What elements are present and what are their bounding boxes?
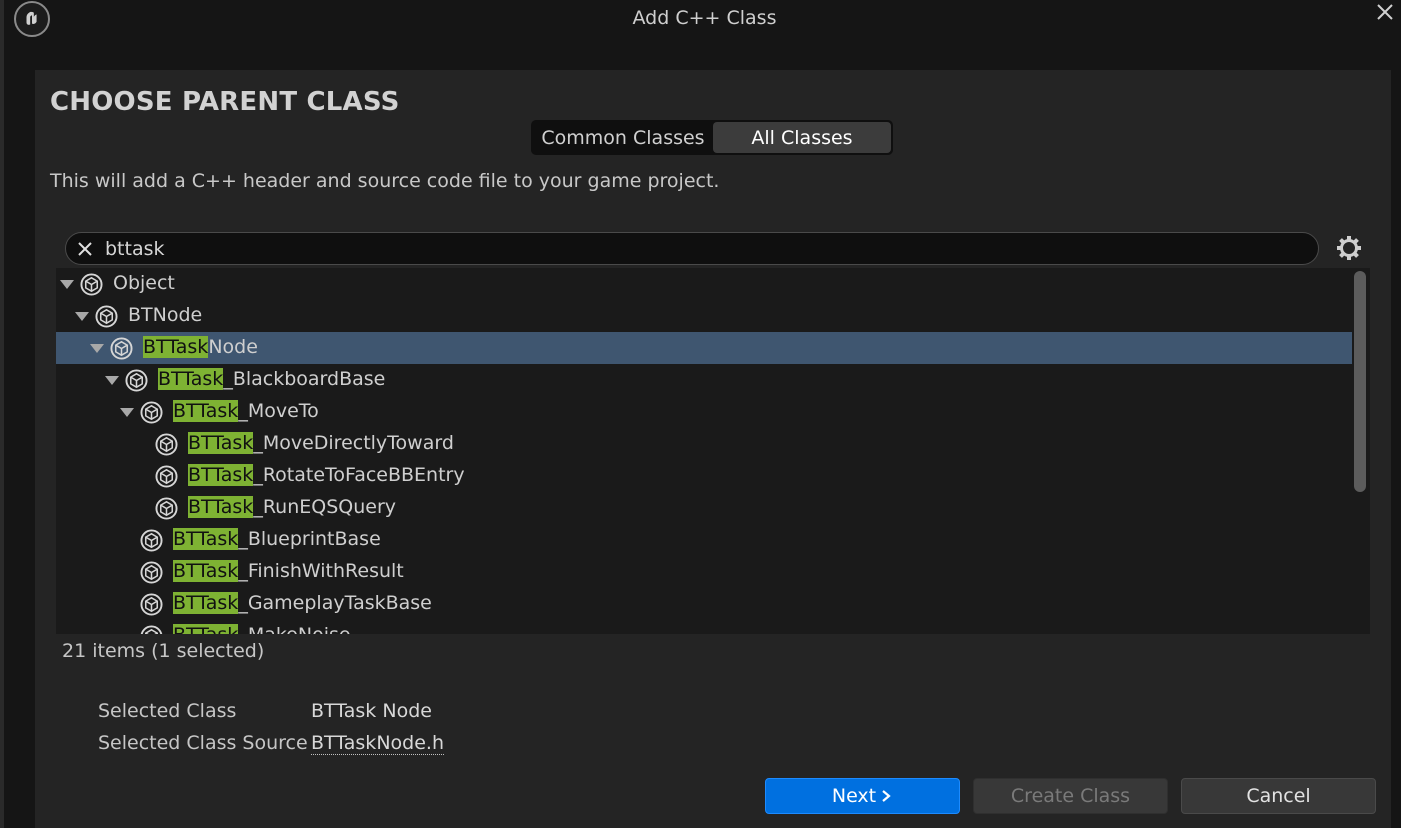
search-match-highlight: BTTask xyxy=(143,336,209,358)
tree-item[interactable]: BTNode xyxy=(56,300,1352,332)
tree-item[interactable]: BTTask_BlackboardBase xyxy=(56,364,1352,396)
selected-source-label: Selected Class Source xyxy=(98,732,308,754)
tree-item-label: Object xyxy=(113,272,175,294)
class-cube-icon xyxy=(140,529,163,552)
tree-item[interactable]: BTTask_BlueprintBase xyxy=(56,524,1352,556)
tree-item[interactable]: BTTask_MakeNoise xyxy=(56,620,1352,634)
tree-item-label: BTTask_MakeNoise xyxy=(173,624,351,634)
tree-item-name: _FinishWithResult xyxy=(238,560,404,582)
tree-item[interactable]: BTTaskNode xyxy=(56,332,1352,364)
tree-item-name: _RotateToFaceBBEntry xyxy=(253,464,465,486)
tree-item[interactable]: BTTask_MoveDirectlyToward xyxy=(56,428,1352,460)
tree-item-label: BTTask_MoveDirectlyToward xyxy=(188,432,454,454)
chevron-right-icon xyxy=(882,790,891,802)
tab-all-classes[interactable]: All Classes xyxy=(713,122,891,153)
close-icon[interactable] xyxy=(1373,0,1397,24)
expand-caret-icon[interactable] xyxy=(90,344,104,353)
class-cube-icon xyxy=(155,433,178,456)
class-filter-tabs: Common Classes All Classes xyxy=(531,120,893,155)
search-match-highlight: BTTask xyxy=(188,464,254,486)
selected-class-label: Selected Class xyxy=(98,700,237,722)
create-class-button[interactable]: Create Class xyxy=(973,778,1168,814)
description-text: This will add a C++ header and source co… xyxy=(50,170,720,192)
tree-item[interactable]: BTTask_FinishWithResult xyxy=(56,556,1352,588)
tree-item-label: BTTask_MoveTo xyxy=(173,400,319,422)
search-match-highlight: BTTask xyxy=(173,560,239,582)
cancel-button[interactable]: Cancel xyxy=(1181,778,1376,814)
expand-caret-icon[interactable] xyxy=(75,312,89,321)
clear-search-icon[interactable] xyxy=(74,238,96,260)
search-match-highlight: BTTask xyxy=(158,368,224,390)
class-cube-icon xyxy=(140,593,163,616)
class-tree: Object BTNode BTTaskNode BTTask_BlackboardB… xyxy=(56,268,1370,634)
search-match-highlight: BTTask xyxy=(188,496,254,518)
page-title: CHOOSE PARENT CLASS xyxy=(50,87,400,117)
tree-item-name: BTNode xyxy=(128,304,203,326)
tree-item[interactable]: BTTask_RunEQSQuery xyxy=(56,492,1352,524)
tree-item-label: BTTask_FinishWithResult xyxy=(173,560,404,582)
tree-item-name: _BlackboardBase xyxy=(223,368,386,390)
tree-item[interactable]: BTTask_MoveTo xyxy=(56,396,1352,428)
expand-caret-icon[interactable] xyxy=(105,376,119,385)
tree-item-label: BTNode xyxy=(128,304,202,326)
search-match-highlight: BTTask xyxy=(188,432,254,454)
class-cube-icon xyxy=(140,401,163,424)
class-cube-icon xyxy=(95,305,118,328)
search-match-highlight: BTTask xyxy=(173,528,239,550)
class-cube-icon xyxy=(125,369,148,392)
search-input[interactable] xyxy=(105,235,1305,262)
tree-item[interactable]: Object xyxy=(56,268,1352,300)
class-cube-icon xyxy=(140,625,163,634)
class-cube-icon xyxy=(155,497,178,520)
tree-item[interactable]: BTTask_GameplayTaskBase xyxy=(56,588,1352,620)
tree-item-label: BTTask_BlackboardBase xyxy=(158,368,385,390)
tree-item-label: BTTask_RotateToFaceBBEntry xyxy=(188,464,465,486)
expand-caret-icon[interactable] xyxy=(60,280,74,289)
tree-item-name: _BlueprintBase xyxy=(238,528,381,550)
tree-item-name: _MoveTo xyxy=(238,400,319,422)
selected-source-link[interactable]: BTTaskNode.h xyxy=(311,732,444,755)
search-match-highlight: BTTask xyxy=(173,624,239,634)
tree-item-label: BTTask_RunEQSQuery xyxy=(188,496,396,518)
tree-item-label: BTTask_BlueprintBase xyxy=(173,528,381,550)
expand-caret-icon[interactable] xyxy=(120,408,134,417)
title-bar: Add C++ Class xyxy=(4,0,1401,37)
tree-item-name: _MakeNoise xyxy=(238,624,350,634)
selected-class-value: BTTask Node xyxy=(311,700,432,722)
dialog-window: Add C++ Class CHOOSE PARENT CLASS Common… xyxy=(0,0,1401,828)
tab-common-classes[interactable]: Common Classes xyxy=(533,122,713,153)
tree-item-name: _MoveDirectlyToward xyxy=(253,432,454,454)
tree-item-name: Node xyxy=(208,336,258,358)
item-count: 21 items (1 selected) xyxy=(62,640,265,662)
tree-item-name: _GameplayTaskBase xyxy=(238,592,432,614)
search-match-highlight: BTTask xyxy=(173,592,239,614)
window-title: Add C++ Class xyxy=(632,7,777,29)
tree-item-label: BTTask_GameplayTaskBase xyxy=(173,592,432,614)
tree-item-label: BTTaskNode xyxy=(143,336,258,358)
gear-icon[interactable] xyxy=(1335,234,1363,262)
search-box xyxy=(65,232,1319,265)
tree-item[interactable]: BTTask_RotateToFaceBBEntry xyxy=(56,460,1352,492)
class-cube-icon xyxy=(140,561,163,584)
class-cube-icon xyxy=(110,337,133,360)
class-cube-icon xyxy=(80,273,103,296)
class-cube-icon xyxy=(155,465,178,488)
next-button[interactable]: Next xyxy=(765,778,960,814)
search-match-highlight: BTTask xyxy=(173,400,239,422)
tree-item-name: _RunEQSQuery xyxy=(253,496,397,518)
next-button-label: Next xyxy=(831,785,877,807)
tree-scrollbar[interactable] xyxy=(1354,271,1366,492)
tree-item-name: Object xyxy=(113,272,175,294)
